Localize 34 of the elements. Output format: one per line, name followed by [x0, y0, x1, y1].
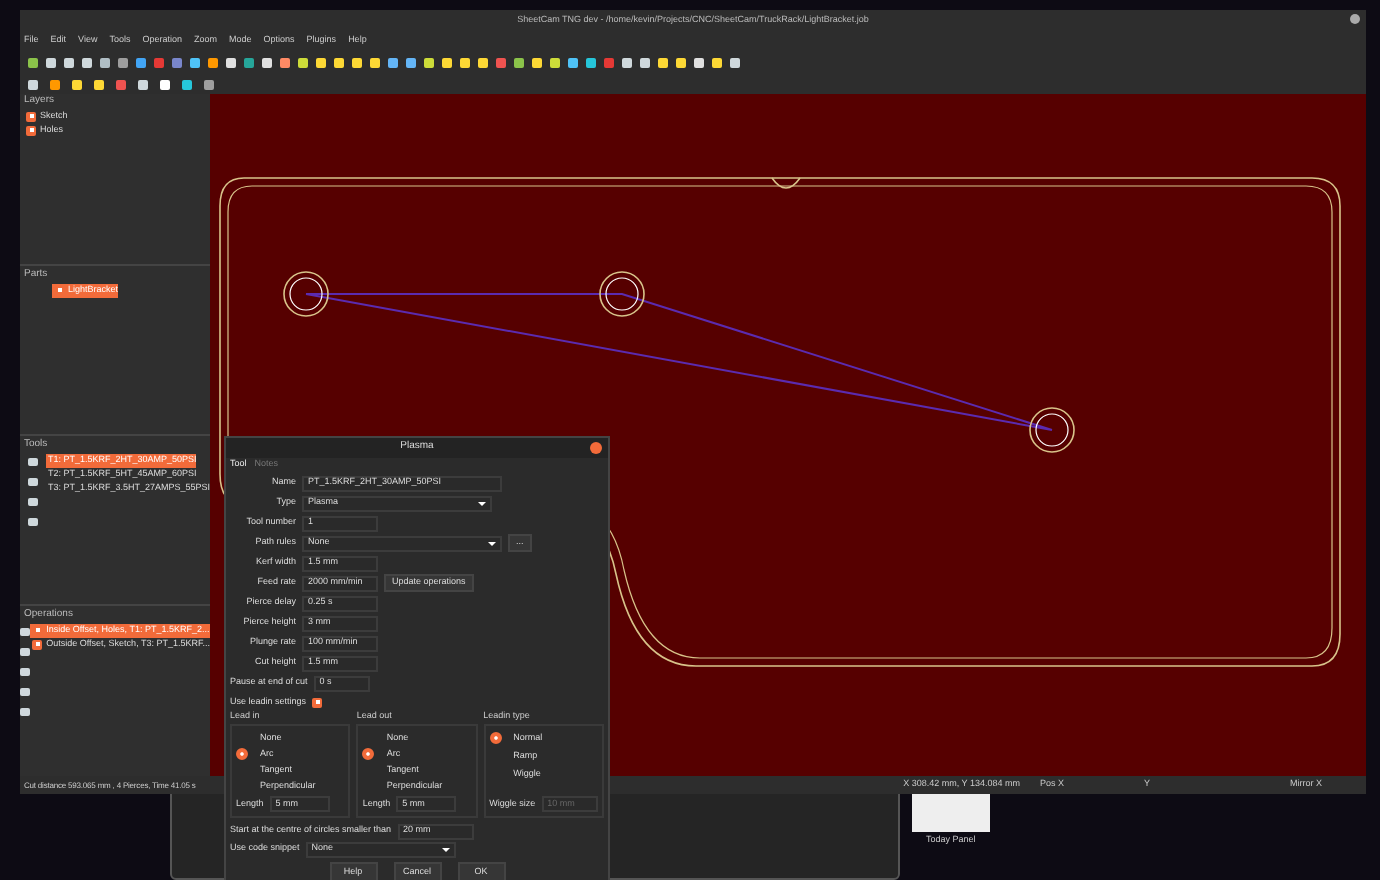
list-tool-icon[interactable] — [20, 627, 31, 635]
hole-outline — [283, 271, 329, 317]
list-tool-icon[interactable] — [20, 707, 31, 715]
hole-outline — [1029, 407, 1075, 453]
radio-button[interactable] — [362, 748, 375, 761]
tool-icon[interactable] — [50, 79, 60, 89]
tool-icon[interactable] — [160, 79, 170, 89]
checkbox[interactable] — [26, 111, 36, 121]
tool-icon[interactable] — [182, 79, 192, 89]
list-tool-icon[interactable] — [27, 477, 38, 485]
checkbox[interactable] — [54, 285, 64, 295]
close-icon[interactable] — [1350, 14, 1360, 24]
list-tool-icon[interactable] — [20, 687, 31, 695]
tool-icon[interactable] — [138, 79, 148, 89]
preview-thumbnail — [912, 794, 990, 832]
checkbox[interactable] — [32, 639, 43, 649]
checkbox[interactable] — [26, 125, 36, 135]
checkbox[interactable] — [32, 625, 43, 635]
tool-icon[interactable] — [94, 79, 104, 89]
list-tool-icon[interactable] — [20, 647, 31, 655]
hole-outline — [599, 271, 645, 317]
list-tool-icon[interactable] — [27, 517, 38, 525]
caret-icon — [488, 541, 496, 546]
list-tool-icon[interactable] — [27, 497, 38, 505]
caret-icon — [441, 847, 450, 852]
close-icon[interactable] — [590, 442, 602, 454]
radio-button[interactable] — [236, 748, 248, 761]
caret-icon — [478, 501, 486, 506]
list-tool-icon[interactable] — [20, 667, 31, 675]
checkbox[interactable] — [312, 697, 323, 708]
radio-button[interactable] — [489, 732, 502, 745]
tool-icon[interactable] — [72, 79, 82, 89]
list-tool-icon[interactable] — [27, 457, 38, 465]
tool-icon[interactable] — [28, 79, 38, 89]
